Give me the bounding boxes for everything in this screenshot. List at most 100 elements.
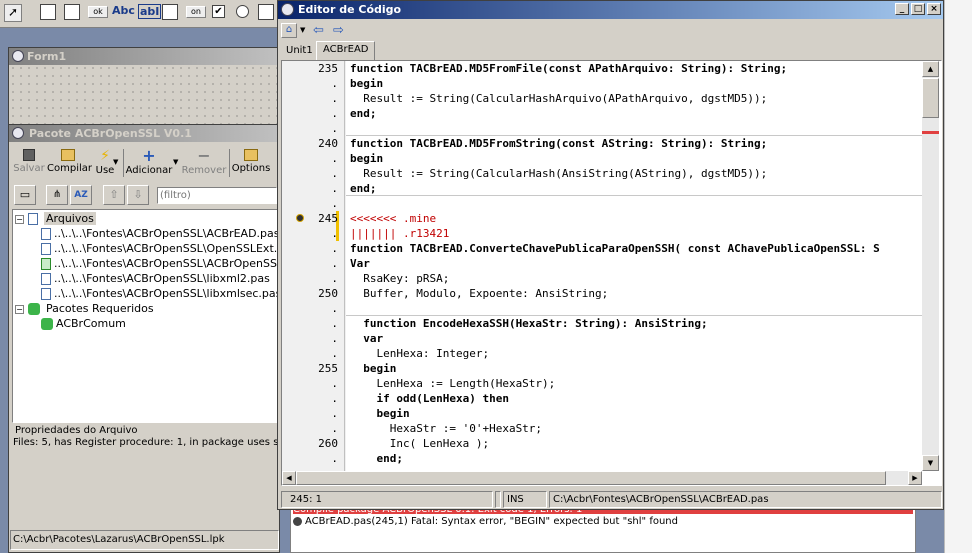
toolbar-separator: [229, 149, 230, 177]
code-line[interactable]: Result := String(CalcularHashArquivo(APa…: [350, 91, 767, 106]
vertical-scrollbar[interactable]: ▲ ▼: [922, 61, 939, 471]
move-down-button[interactable]: ⇩: [127, 185, 149, 205]
tree-node-files[interactable]: − Arquivos: [15, 212, 96, 226]
background-panel: [944, 0, 972, 553]
form1-window[interactable]: Form1: [8, 47, 280, 127]
tree-file-item[interactable]: ..\..\..\Fontes\ACBrOpenSSL\libxmlsec.pa…: [41, 287, 281, 301]
button-component-icon[interactable]: ok: [88, 6, 108, 18]
code-line[interactable]: Result := String(CalcularHash(AnsiString…: [350, 166, 767, 181]
tree-required-item[interactable]: ACBrComum: [41, 317, 126, 331]
package-icon: [12, 127, 24, 139]
line-number: .: [331, 317, 338, 330]
scroll-up-button[interactable]: ▲: [922, 61, 939, 77]
scroll-down-button[interactable]: ▼: [922, 455, 939, 471]
scroll-hthumb[interactable]: [296, 471, 886, 485]
tree-node-required[interactable]: − Pacotes Requeridos: [15, 302, 154, 316]
code-line[interactable]: Buffer, Modulo, Expoente: AnsiString;: [350, 286, 608, 301]
code-line[interactable]: function TACBrEAD.MD5FromString(const AS…: [350, 136, 767, 151]
memo-icon[interactable]: [162, 4, 178, 20]
code-line[interactable]: <<<<<<< .mine: [350, 211, 436, 226]
line-number: .: [331, 407, 338, 420]
editor-dropdown-icon[interactable]: ▼: [300, 26, 305, 34]
minimize-button[interactable]: _: [895, 3, 909, 15]
code-line[interactable]: begin: [350, 361, 396, 376]
line-number: .: [331, 302, 338, 315]
code-line[interactable]: LenHexa := Length(HexaStr);: [350, 376, 555, 391]
code-line[interactable]: begin: [350, 151, 383, 166]
move-up-button[interactable]: ⇧: [103, 185, 125, 205]
line-number: .: [331, 152, 338, 165]
code-line[interactable]: if odd(LenHexa) then: [350, 391, 508, 406]
code-line[interactable]: HexaStr := '0'+HexaStr;: [350, 421, 542, 436]
edit-component-icon[interactable]: abI: [138, 4, 162, 19]
error-position-marker: [922, 131, 939, 134]
filter-input[interactable]: [157, 187, 277, 204]
back-icon[interactable]: ⇦: [313, 23, 324, 38]
code-line[interactable]: Inc( LenHexa );: [350, 436, 489, 451]
close-button[interactable]: ×: [927, 3, 941, 15]
listbox-icon[interactable]: [258, 4, 274, 20]
line-number: .: [331, 377, 338, 390]
remove-button[interactable]: − Remover: [181, 148, 227, 177]
editor-window[interactable]: Editor de Código _ □ × ⌂ ▼ ⇦ ⇨ Unit1 ACB…: [277, 0, 944, 510]
save-button[interactable]: Salvar: [11, 149, 47, 174]
tree-file-item[interactable]: ..\..\..\Fontes\ACBrOpenSSL\OpenSSLExt.p…: [41, 242, 297, 256]
add-button[interactable]: + Adicionar: [125, 148, 173, 177]
label-component-icon[interactable]: Abc: [112, 4, 135, 17]
editor-home-button[interactable]: ⌂: [281, 23, 297, 38]
radio-icon[interactable]: [236, 5, 249, 18]
forward-icon[interactable]: ⇨: [333, 23, 344, 38]
line-number: 255: [318, 362, 338, 375]
cursor-position: 245: 1: [281, 491, 493, 508]
menu-icon[interactable]: [40, 4, 56, 20]
code-line[interactable]: var: [350, 331, 383, 346]
separator-line: [346, 135, 922, 136]
scroll-right-button[interactable]: ▶: [908, 471, 922, 485]
code-line[interactable]: begin: [350, 76, 383, 91]
pointer-icon[interactable]: ➚: [4, 4, 22, 22]
sort-alpha-button[interactable]: AZ: [70, 185, 92, 205]
files-tree[interactable]: − Arquivos ..\..\..\Fontes\ACBrOpenSSL\A…: [12, 209, 327, 423]
code-line[interactable]: LenHexa: Integer;: [350, 346, 489, 361]
code-line[interactable]: end;: [350, 106, 377, 121]
line-number: .: [331, 197, 338, 210]
tab-acbread[interactable]: ACBrEAD: [316, 41, 376, 60]
collapse-icon[interactable]: −: [15, 305, 24, 314]
code-line[interactable]: function TACBrEAD.ConverteChavePublicaPa…: [350, 241, 880, 256]
use-dropdown-icon[interactable]: ▼: [113, 158, 118, 166]
code-line[interactable]: ||||||| .r13421: [350, 226, 449, 241]
open-file-button[interactable]: ▭: [14, 185, 36, 205]
add-dropdown-icon[interactable]: ▼: [173, 158, 178, 166]
maximize-button[interactable]: □: [911, 3, 925, 15]
collapse-icon[interactable]: −: [15, 215, 24, 224]
compile-icon: [61, 149, 75, 161]
line-number: .: [331, 272, 338, 285]
form1-titlebar[interactable]: Form1: [9, 48, 279, 65]
options-button[interactable]: Options: [231, 149, 271, 174]
editor-titlebar[interactable]: Editor de Código _ □ ×: [278, 1, 943, 19]
compile-button[interactable]: Compilar: [47, 149, 92, 174]
code-line[interactable]: end;: [350, 451, 403, 466]
code-line[interactable]: Var: [350, 256, 370, 271]
sort-button[interactable]: ⋔: [46, 185, 68, 205]
scroll-left-button[interactable]: ◀: [282, 471, 296, 485]
code-line[interactable]: function TACBrEAD.MD5FromFile(const APat…: [350, 61, 787, 76]
checkbox-icon[interactable]: ✔: [212, 5, 225, 18]
horizontal-scrollbar[interactable]: ◀ ▶: [282, 471, 922, 485]
package-window[interactable]: Pacote ACBrOpenSSL V0.1 Salvar Compilar …: [8, 124, 327, 553]
tree-file-item[interactable]: ..\..\..\Fontes\ACBrOpenSSL\libxml2.pas: [41, 272, 270, 286]
code-line[interactable]: RsaKey: pRSA;: [350, 271, 449, 286]
tree-file-item[interactable]: ..\..\..\Fontes\ACBrOpenSSL\ACBrEAD.pas: [41, 227, 280, 241]
package-titlebar[interactable]: Pacote ACBrOpenSSL V0.1: [9, 125, 279, 142]
line-number: .: [331, 347, 338, 360]
register-unit-icon: [41, 258, 51, 270]
toggle-component-icon[interactable]: on: [186, 6, 206, 18]
scroll-thumb[interactable]: [922, 78, 939, 118]
message-error-item[interactable]: ACBrEAD.pas(245,1) Fatal: Syntax error, …: [293, 516, 678, 527]
code-line[interactable]: function EncodeHexaSSH(HexaStr: String):…: [350, 316, 707, 331]
code-line[interactable]: begin: [350, 406, 409, 421]
code-editor[interactable]: 235.... 240.... 245.... 250.... 255.... 260. …: [281, 60, 942, 486]
code-line[interactable]: end;: [350, 181, 377, 196]
tab-unit1[interactable]: Unit1: [282, 44, 317, 60]
list-icon[interactable]: [64, 4, 80, 20]
